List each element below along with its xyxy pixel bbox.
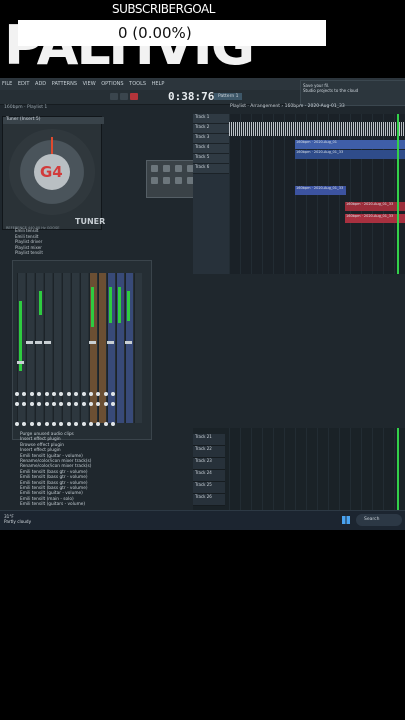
level-meter [118,287,121,323]
record-button[interactable] [130,93,138,100]
list-item[interactable]: Playlist tensilt [0,250,50,256]
browser-history-list: Emili tensilt Emili tensilt Playlist dri… [0,228,50,264]
step-pad[interactable] [175,177,182,184]
lower-playlist-tracks: Track 21 Track 22 Track 23 Track 24 Trac… [193,428,405,510]
mixer-strip[interactable] [98,273,106,423]
track-header[interactable]: Track 5 [193,154,231,164]
step-pad[interactable] [163,165,170,172]
mixer-strip[interactable] [53,273,61,423]
song-position-time: 0:38:76 [168,90,215,103]
playlist-clip[interactable]: 160bpm · 2020-Aug_01_33 [345,202,405,211]
play-button[interactable] [110,93,118,100]
volume-fader[interactable] [125,341,132,344]
stop-button[interactable] [120,93,128,100]
mixer-strip[interactable] [62,273,70,423]
step-pad[interactable] [151,177,158,184]
volume-fader[interactable] [107,341,114,344]
step-pad[interactable] [151,165,158,172]
track-header[interactable]: Track 3 [193,134,231,144]
track-header[interactable]: Track 25 [193,482,225,494]
list-item[interactable]: Emili tensilt (guitars - volume) [16,502,126,507]
playlist-track-headers: Track 1 Track 2 Track 3 Track 4 Track 5 … [193,114,231,274]
tuner-needle [51,137,53,155]
windows-start-icon[interactable] [342,516,350,524]
track-header[interactable]: Track 2 [193,124,231,134]
tuner-plugin-window[interactable]: Tuner (Insert 5) G4 TUNER REFERENCE 440.… [2,116,106,230]
pattern-selector[interactable]: Pattern 1 [214,93,243,100]
level-meter [127,291,130,321]
step-pad[interactable] [163,177,170,184]
step-pad[interactable] [175,165,182,172]
playlist-title: Playlist · Arrangement › 160bpm · 2020-A… [230,104,345,109]
hint-line-2: Studio projects to the cloud [303,88,359,93]
mixer-strip[interactable] [26,273,34,423]
video-overlay-banner: PALTIVIG SUBSCRIBERGOAL 0 (0.00%) [0,0,405,78]
level-meter [109,287,112,323]
weather-desc: Partly cloudy [4,519,32,524]
menu-edit[interactable]: EDIT [18,81,30,87]
playhead-marker [397,114,399,274]
audio-waveform-clip[interactable] [229,122,405,136]
tuner-title: Tuner (Insert 5) [3,117,104,124]
playlist-clip[interactable]: 160bpm · 2020-Aug_01_33 [295,150,405,159]
menu-add[interactable]: ADD [35,81,46,87]
menu-view[interactable]: VIEW [83,81,96,87]
undo-history-list: Purge unused audio clips Insert effect p… [16,432,126,512]
track-header[interactable]: Track 1 [193,114,231,124]
volume-fader[interactable] [17,361,24,364]
menu-options[interactable]: OPTIONS [101,81,123,87]
mixer-strip[interactable] [134,273,142,423]
volume-fader[interactable] [35,341,42,344]
menu-patterns[interactable]: PATTERNS [52,81,77,87]
volume-fader[interactable] [89,341,96,344]
track-header[interactable]: Track 23 [193,458,225,470]
stereo-knob-row[interactable] [15,391,147,406]
track-header[interactable]: Track 4 [193,144,231,154]
weather-widget[interactable]: 31°F Partly cloudy [4,514,31,524]
pan-knob-row[interactable] [15,381,147,396]
level-meter [39,291,42,315]
menu-file[interactable]: FILE [2,81,12,87]
lower-playlist-grid[interactable] [229,428,405,510]
send-knob-row[interactable] [15,411,147,426]
daw-window: FILE EDIT ADD PATTERNS VIEW OPTIONS TOOL… [0,78,405,530]
level-meter [91,287,94,327]
volume-fader[interactable] [44,341,51,344]
detected-note: G4 [40,163,63,181]
playlist-name: Playlist 1 [26,105,48,110]
track-header[interactable]: Track 6 [193,164,231,174]
track-header[interactable]: Track 22 [193,446,225,458]
menu-tools[interactable]: TOOLS [129,81,146,87]
hint-panel: Save your fil. Studio projects to the cl… [300,80,405,106]
playlist-clip[interactable]: 160bpm · 2020-Aug_01_33 [345,214,405,223]
track-header[interactable]: Track 24 [193,470,225,482]
mixer-window[interactable] [12,260,152,440]
playhead-marker [397,428,399,510]
mixer-strip[interactable] [44,273,52,423]
subscriber-goal-label: SUBSCRIBERGOAL [112,2,215,16]
volume-fader[interactable] [26,341,33,344]
tuner-logo-label: TUNER [75,217,106,226]
windows-taskbar: 31°F Partly cloudy Search [0,510,405,530]
playlist-clip[interactable]: 160bpm · 2020-Aug_01_33 [295,186,346,195]
track-header[interactable]: Track 26 [193,494,225,506]
playlist-clip[interactable]: 160bpm · 2020-Aug_01 [295,140,405,149]
mixer-strip[interactable] [80,273,88,423]
track-header[interactable]: Track 21 [193,434,225,446]
mixer-strip[interactable] [71,273,79,423]
song-name: 160bpm [4,105,23,110]
menu-help[interactable]: HELP [152,81,165,87]
taskbar-search-box[interactable]: Search [356,514,402,526]
subscriber-count: 0 (0.00%) [118,24,192,42]
